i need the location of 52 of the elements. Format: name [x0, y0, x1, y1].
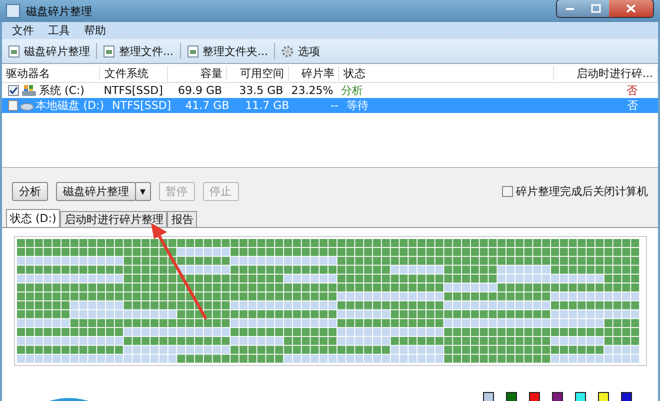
document-icon	[186, 44, 198, 58]
checkbox[interactable]	[8, 100, 18, 111]
defragment-button[interactable]: 磁盘碎片整理	[56, 182, 136, 200]
column-header[interactable]: 文件系统	[100, 66, 168, 80]
table-cell-text: NTFS[SSD]	[111, 99, 172, 112]
app-icon	[6, 4, 20, 18]
checkbox-label: 碎片整理完成后关闭计算机	[516, 184, 648, 198]
minimize-button[interactable]	[557, 0, 583, 16]
dropdown-button[interactable]: ▾	[135, 182, 151, 200]
menu-item[interactable]: 工具	[48, 23, 70, 38]
drive-row[interactable]: 系统 (C:) NTFS[SSD] 69.9 GB 33.5 GB 23.25% 分析 否	[2, 83, 658, 98]
toolbar-button[interactable]: 选项	[279, 44, 322, 58]
column-header[interactable]: 碎片率	[288, 66, 340, 80]
action-button[interactable]: 分析	[12, 182, 48, 200]
drive-name: 系统 (C:)	[39, 83, 84, 98]
maximize-icon	[591, 4, 601, 12]
tab[interactable]: 启动时进行碎片整理	[60, 211, 168, 227]
table-cell-text: 分析	[340, 83, 364, 98]
table-cell-text: 41.7 GB	[184, 99, 230, 112]
toolbar-button[interactable]: 磁盘碎片整理	[6, 44, 92, 58]
gear-icon	[281, 44, 294, 58]
document-icon	[103, 44, 115, 58]
column-header[interactable]: 启动时进行碎...	[554, 66, 658, 80]
table-cell-text: --	[329, 99, 340, 112]
checkbox[interactable]	[502, 186, 513, 196]
system-drive-icon	[21, 84, 37, 96]
window-title: 磁盘碎片整理	[26, 4, 92, 18]
drive-name: 本地磁盘 (D:)	[36, 98, 104, 113]
maximize-button[interactable]	[583, 0, 609, 16]
table-cell-text: 否	[626, 83, 639, 98]
table-cell-text: 33.5 GB	[238, 84, 284, 97]
tab[interactable]: 报告	[167, 211, 198, 227]
toolbar-button[interactable]: 整理文件...	[101, 44, 176, 58]
column-header[interactable]: 状态	[339, 66, 554, 80]
column-header[interactable]: 可用空间	[227, 66, 289, 80]
table-cell-text: 等待	[345, 98, 370, 113]
column-header[interactable]: 容量	[168, 66, 228, 80]
table-cell-text: 11.7 GB	[244, 99, 290, 112]
toolbar-button[interactable]: 整理文件夹...	[184, 44, 270, 58]
menu-item[interactable]: 帮助	[84, 23, 106, 38]
tab[interactable]: 状态 (D:)	[6, 209, 60, 227]
table-cell-text: NTFS[SSD]	[102, 84, 164, 97]
checkbox[interactable]	[8, 85, 19, 96]
document-icon	[8, 44, 20, 58]
table-cell-text: 23.25%	[290, 84, 334, 97]
minimize-icon	[565, 5, 575, 11]
close-button[interactable]	[609, 0, 653, 16]
table-cell-text: 否	[626, 98, 640, 113]
close-icon	[626, 4, 636, 12]
menu-item[interactable]: 文件	[12, 23, 34, 38]
column-header[interactable]: 驱动器名	[2, 66, 100, 80]
table-cell-text: 69.9 GB	[177, 84, 224, 97]
